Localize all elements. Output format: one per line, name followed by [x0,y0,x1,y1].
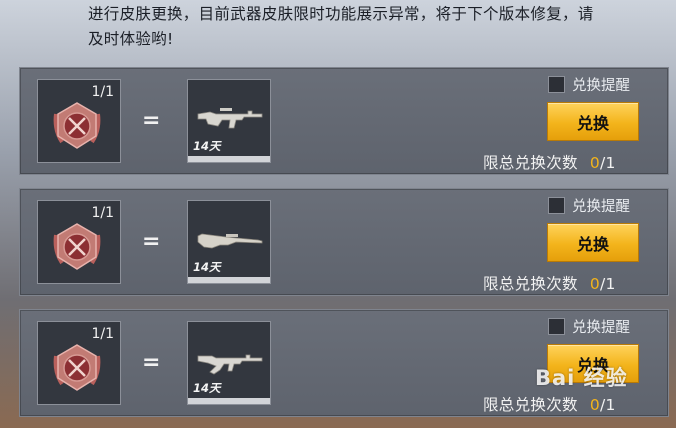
slot-bar [188,277,270,283]
source-item-slot[interactable]: 1/1 [37,321,121,405]
equals-sign: = [142,350,161,375]
source-count: 1/1 [91,205,114,221]
equals-sign: = [142,229,161,254]
notice-cut-line [88,0,668,6]
crossed-rifles-medal-icon [53,344,101,391]
reward-duration: 14天 [193,381,221,395]
reminder-checkbox[interactable] [548,318,565,335]
reminder-toggle[interactable]: 兑换提醒 [548,74,630,95]
assault-rifle-ak-icon [197,354,263,375]
reward-duration: 14天 [193,139,221,153]
slot-bar [188,156,270,162]
equals-sign: = [142,108,161,133]
exchange-limit: 限总兑换次数 0/1 [483,272,616,294]
notice-line-2: 及时体验哟! [88,30,174,48]
reminder-toggle[interactable]: 兑换提醒 [548,316,630,337]
source-count: 1/1 [91,84,114,100]
exchange-row: 1/1 = 14天 兑换提醒 兑换 限总兑换次数 0/1 [19,188,669,296]
limit-used: 0 [589,154,600,172]
source-item-slot[interactable]: 1/1 [37,200,121,284]
source-item-slot[interactable]: 1/1 [37,79,121,163]
reward-item-slot[interactable]: 14天 [187,200,271,284]
limit-label: 限总兑换次数 [483,396,578,414]
exchange-limit: 限总兑换次数 0/1 [483,393,616,415]
crossed-rifles-medal-icon [53,102,101,149]
bolt-action-rifle-icon [197,233,263,249]
limit-used: 0 [589,396,600,414]
reminder-label: 兑换提醒 [572,78,630,94]
assault-rifle-m16-icon [197,108,263,129]
reminder-label: 兑换提醒 [572,199,630,215]
limit-total: /1 [599,154,616,172]
limit-total: /1 [599,275,616,293]
reminder-toggle[interactable]: 兑换提醒 [548,195,630,216]
reward-duration: 14天 [193,260,221,274]
exchange-row: 1/1 = 14天 兑换提醒 兑换 限总兑换次数 0/1 [19,67,669,175]
reminder-label: 兑换提醒 [572,320,630,336]
exchange-button[interactable]: 兑换 [547,223,639,262]
reward-item-slot[interactable]: 14天 [187,321,271,405]
reminder-checkbox[interactable] [548,197,565,214]
exchange-button[interactable]: 兑换 [547,102,639,141]
limit-label: 限总兑换次数 [483,275,578,293]
crossed-rifles-medal-icon [53,223,101,270]
limit-total: /1 [599,396,616,414]
limit-used: 0 [589,275,600,293]
watermark: Bai 经验 [535,366,628,390]
notice-text: 进行皮肤更换，目前武器皮肤限时功能展示异常，将于下个版本修复，请 及时体验哟! [88,2,668,52]
exchange-limit: 限总兑换次数 0/1 [483,151,616,173]
reminder-checkbox[interactable] [548,76,565,93]
reward-item-slot[interactable]: 14天 [187,79,271,163]
limit-label: 限总兑换次数 [483,154,578,172]
source-count: 1/1 [91,326,114,342]
slot-bar [188,398,270,404]
